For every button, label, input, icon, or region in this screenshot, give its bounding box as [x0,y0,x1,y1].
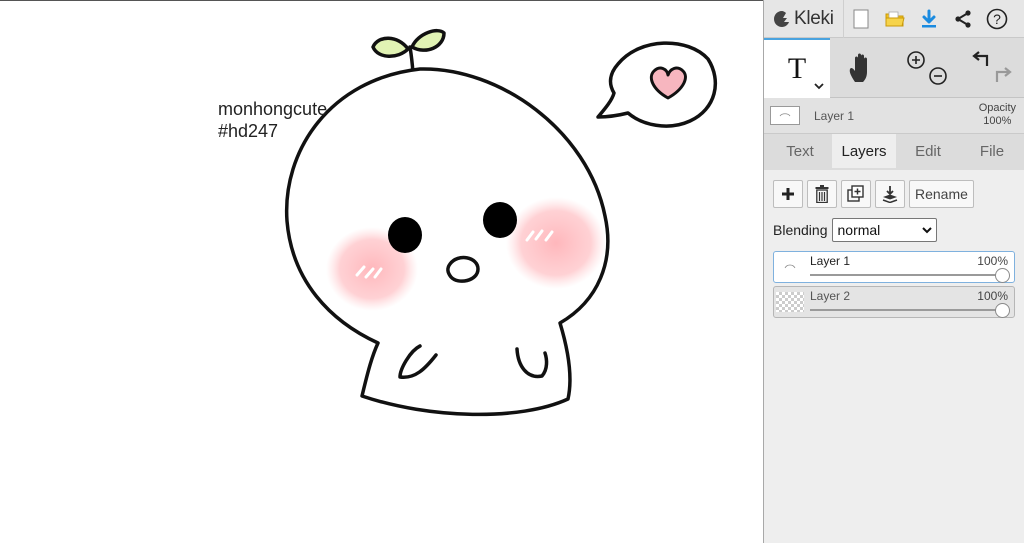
opacity-value: 100% [983,115,1012,127]
sprout-leaf-left [371,36,410,58]
undo-redo-icons [972,51,1012,82]
layer-list: Layer 1 100% Layer 2 100% [773,251,1015,318]
share-icon [955,9,971,28]
left-eye [388,217,422,253]
layer-1-opacity-slider[interactable] [810,274,1002,276]
tab-edit[interactable]: Edit [896,134,960,168]
layer-1-name: Layer 1 [810,254,851,268]
duplicate-icon [847,185,864,202]
redo-icon[interactable] [995,67,1012,82]
layer-2-thumbnail [776,292,804,312]
drawing-artwork [284,28,717,417]
opacity-readout[interactable]: Opacity 100% [979,102,1016,128]
app-name: Kleki [794,7,834,29]
text-tool-button[interactable]: T [764,38,830,98]
blending-row: Blending normal [773,218,1015,242]
open-folder-icon [885,11,905,26]
duplicate-layer-button[interactable] [841,180,871,208]
add-layer-button[interactable] [773,180,803,208]
kleki-logo[interactable]: Kleki [764,0,844,38]
layer-item-1[interactable]: Layer 1 100% [773,251,1015,283]
text-tool-icon: T [787,52,807,85]
topbar: Kleki ? [764,0,1024,38]
undo-icon[interactable] [972,51,989,66]
app-window: monhongcute #hd247 Kleki ? T Layer 1 Opa… [0,0,1024,543]
current-layer-name: Layer 1 [814,108,855,123]
layer-1-thumbnail [776,257,804,277]
tab-text[interactable]: Text [768,134,832,168]
chevron-down-icon [921,227,932,234]
open-file-button[interactable] [878,0,912,38]
right-blush [506,197,606,289]
download-icon [922,9,936,27]
layer-2-name: Layer 2 [810,289,851,303]
tool-row: T [764,38,1024,98]
blending-select[interactable]: normal [831,218,937,242]
thumbnail-preview-icon [784,264,796,269]
plus-icon [782,188,794,200]
help-label: ? [993,11,1001,27]
current-layer-thumbnail [770,106,800,125]
zoom-controls [894,38,960,98]
merge-down-icon [882,186,898,203]
hand-tool-icon [849,53,867,82]
share-button[interactable] [946,0,980,38]
drawing-canvas[interactable]: monhongcute #hd247 [0,0,763,543]
merge-down-button[interactable] [875,180,905,208]
canvas-text-line-1: monhongcute [218,99,328,119]
new-file-button[interactable] [844,0,878,38]
thumbnail-preview-icon [779,112,791,116]
layer-2-opacity-slider[interactable] [810,309,1002,311]
history-controls [960,38,1024,98]
layer-1-opacity-handle[interactable] [995,268,1010,283]
trash-icon [815,185,829,203]
zoom-out-icon[interactable] [929,67,947,85]
tab-file[interactable]: File [960,134,1024,168]
opacity-label: Opacity [978,102,1016,114]
tab-layers[interactable]: Layers [832,134,896,168]
download-button[interactable] [912,0,946,38]
layer-1-opacity: 100% [977,254,1008,268]
layer-2-opacity: 100% [977,289,1008,303]
layer-actions: Rename [773,180,1015,208]
sprout-leaf-right [410,28,446,52]
new-file-icon [853,9,869,28]
delete-layer-button[interactable] [807,180,837,208]
help-button[interactable]: ? [980,0,1014,38]
blending-label: Blending [773,222,828,238]
canvas-text-line-2: #hd247 [218,121,279,141]
chevron-down-icon[interactable] [814,82,824,90]
layers-panel: Rename Blending normal Layer 1 100% Laye… [764,170,1024,543]
rename-layer-button[interactable]: Rename [909,180,974,208]
right-eye [483,202,517,238]
zoom-in-icon[interactable] [907,51,925,69]
current-layer-strip: Layer 1 Opacity 100% [764,98,1024,134]
tab-bar: Text Layers Edit File [764,134,1024,168]
blending-value: normal [837,222,881,238]
kleki-logo-icon [774,10,789,27]
hand-tool-button[interactable] [830,38,894,98]
help-icon: ? [986,8,1008,29]
mouth [446,255,480,283]
layer-item-2[interactable]: Layer 2 100% [773,286,1015,318]
zoom-icons [907,51,947,85]
sidebar: Kleki ? T Layer 1 Opacity 100% Text Laye… [763,0,1024,543]
layer-2-opacity-handle[interactable] [995,303,1010,318]
